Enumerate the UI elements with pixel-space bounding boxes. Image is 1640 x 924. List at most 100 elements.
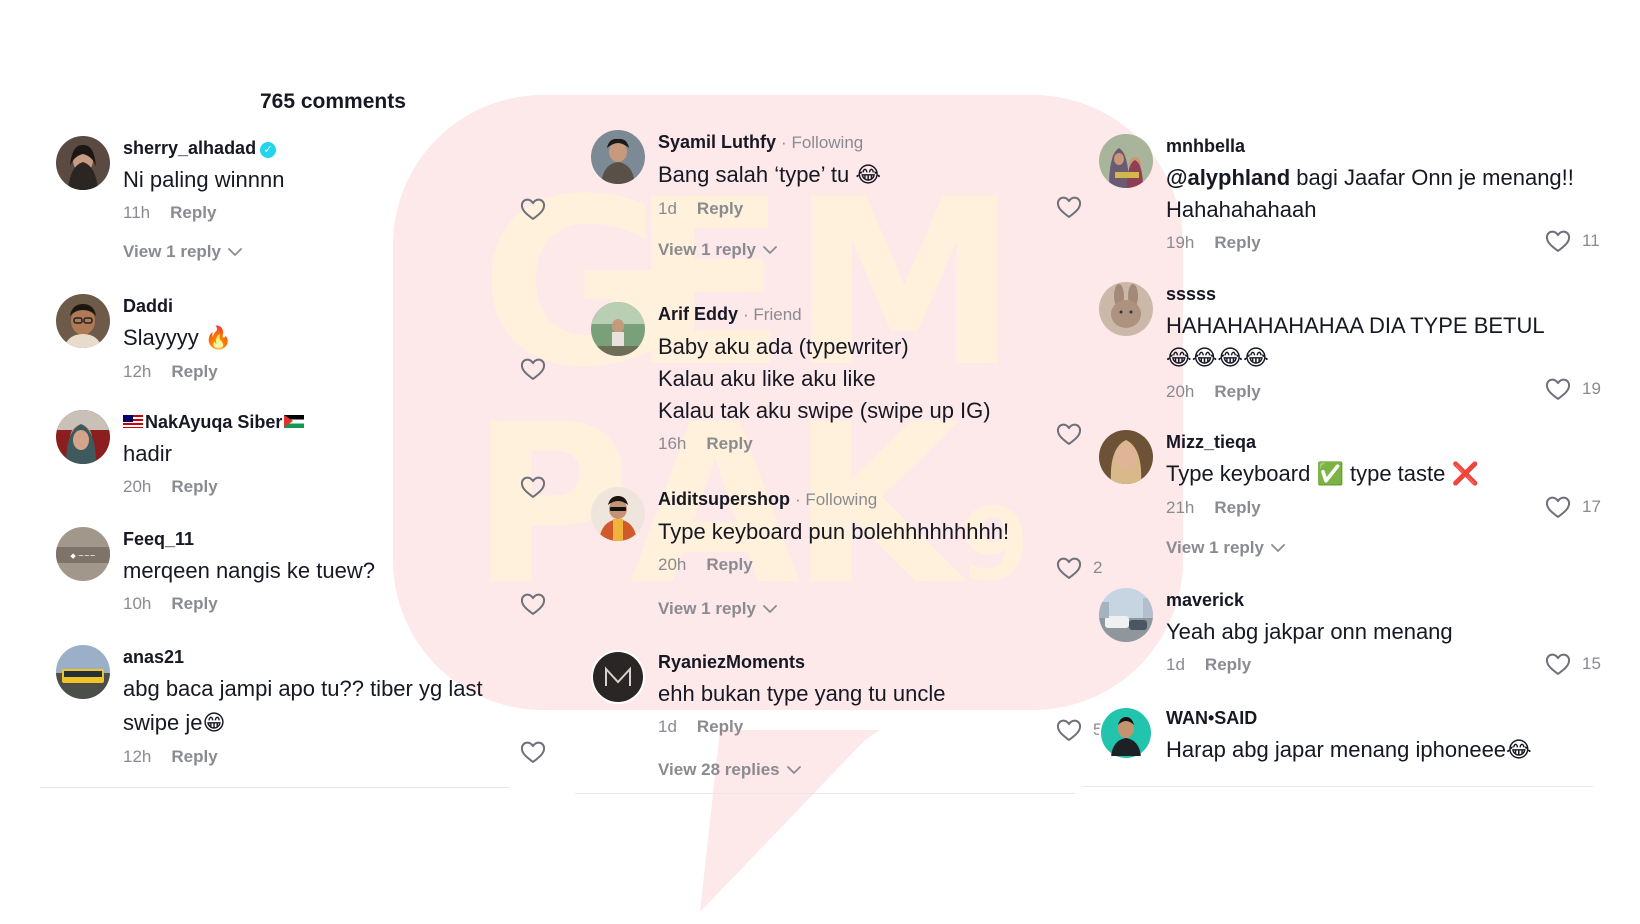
username[interactable]: WAN•SAID	[1166, 706, 1593, 730]
like-button[interactable]: 15	[1543, 649, 1623, 679]
comment-text: merqeen nangis ke tuew?	[123, 558, 375, 583]
mention-link[interactable]: @alyphland	[1166, 165, 1290, 190]
relation-label: · Following	[781, 133, 864, 152]
username[interactable]: Aiditsupershop	[658, 489, 790, 509]
avatar[interactable]	[591, 650, 645, 704]
comment-text-line-2: Kalau aku like aku like	[658, 366, 876, 391]
comment-text: ehh bukan type yang tu uncle	[658, 681, 946, 706]
username[interactable]: Feeq_11	[123, 527, 520, 551]
comment-time: 12h	[123, 747, 152, 766]
avatar[interactable]	[591, 130, 645, 184]
avatar[interactable]	[1099, 430, 1153, 484]
heart-icon	[1054, 716, 1084, 744]
username[interactable]: RyaniezMoments	[658, 650, 1085, 674]
username[interactable]: Syamil Luthfy	[658, 132, 776, 152]
comment-time: 16h	[658, 434, 687, 453]
reply-button[interactable]: Reply	[1205, 655, 1251, 674]
reply-button[interactable]: Reply	[706, 555, 752, 574]
username[interactable]: anas21	[123, 645, 520, 669]
avatar[interactable]	[56, 294, 110, 348]
username[interactable]: mnhbella	[1166, 134, 1593, 158]
chevron-down-icon	[1270, 543, 1286, 553]
username[interactable]: Arif Eddy	[658, 304, 738, 324]
comment-text: Harap abg japar menang iphoneee	[1166, 737, 1507, 762]
comment-text: Ni paling winnnn	[123, 167, 285, 192]
avatar[interactable]	[1099, 282, 1153, 336]
avatar[interactable]	[1099, 588, 1153, 642]
comment-text: bagi Jaafar Onn je menang!!	[1296, 165, 1574, 190]
reply-button[interactable]: Reply	[171, 747, 217, 766]
view-replies-button[interactable]: View 1 reply	[1166, 538, 1286, 558]
avatar[interactable]	[56, 410, 110, 464]
view-replies-button[interactable]: View 1 reply	[658, 599, 778, 619]
heart-icon	[1054, 193, 1084, 221]
divider	[575, 793, 1075, 794]
heart-icon	[1543, 650, 1573, 678]
reply-button[interactable]: Reply	[697, 717, 743, 736]
laughing-emoji-icon: 😂😂😂😂	[1166, 346, 1269, 371]
comments-column-1: 765 comments sherry_alhadad ✓ Ni paling w…	[40, 0, 520, 815]
comment-text: Baby aku ada (typewriter)	[658, 334, 909, 359]
comment-time: 20h	[658, 555, 687, 574]
reply-button[interactable]: Reply	[697, 199, 743, 218]
reply-button[interactable]: Reply	[171, 362, 217, 381]
avatar[interactable]	[56, 645, 110, 699]
cross-mark-emoji-icon: ❌	[1451, 462, 1479, 487]
relation-label: · Friend	[743, 305, 802, 324]
heart-icon	[518, 355, 548, 383]
reply-button[interactable]: Reply	[1214, 498, 1260, 517]
reply-button[interactable]: Reply	[706, 434, 752, 453]
comment-time: 1d	[658, 199, 677, 218]
like-count: 15	[1582, 654, 1601, 673]
like-button[interactable]: 11	[1543, 226, 1623, 256]
like-count: 17	[1582, 497, 1601, 516]
heart-icon	[1543, 493, 1573, 521]
divider	[1083, 786, 1593, 787]
comment-text: Type keyboard pun bolehhhhhhhhh!	[658, 519, 1010, 544]
comment-text: hadir	[123, 441, 172, 466]
laughing-emoji-icon: 😂	[1506, 738, 1532, 763]
avatar[interactable]: ◆ ~~~	[56, 527, 110, 581]
like-count: 11	[1582, 231, 1600, 250]
avatar[interactable]	[1099, 706, 1153, 760]
like-button[interactable]: 19	[1543, 374, 1623, 404]
view-replies-button[interactable]: View 1 reply	[658, 240, 778, 260]
comment-time: 19h	[1166, 233, 1195, 252]
reply-button[interactable]: Reply	[170, 203, 216, 222]
username[interactable]: Mizz_tieqa	[1166, 430, 1593, 454]
comment-time: 20h	[1166, 382, 1195, 401]
comment-text: Type keyboard	[1166, 461, 1311, 486]
username[interactable]: NakAyuqa Siber	[145, 412, 282, 432]
username[interactable]: sherry_alhadad	[123, 138, 256, 158]
username[interactable]: sssss	[1166, 282, 1593, 306]
comment-time: 1d	[1166, 655, 1185, 674]
username[interactable]: maverick	[1166, 588, 1593, 612]
verified-badge-icon: ✓	[260, 142, 277, 158]
username[interactable]: Daddi	[123, 294, 520, 318]
comment-text-part-2: type taste	[1349, 461, 1446, 486]
laughing-emoji-icon: 😂	[855, 163, 882, 188]
avatar[interactable]	[591, 302, 645, 356]
view-replies-button[interactable]: View 1 reply	[123, 242, 243, 262]
reply-button[interactable]: Reply	[1214, 233, 1260, 252]
comments-count: 765 comments	[260, 90, 406, 113]
palestine-flag-icon	[284, 415, 305, 428]
reply-button[interactable]: Reply	[171, 594, 217, 613]
check-mark-emoji-icon: ✅	[1316, 462, 1344, 487]
avatar[interactable]	[56, 136, 110, 190]
like-button[interactable]: 17	[1543, 492, 1623, 522]
view-replies-button[interactable]: View 28 replies	[658, 760, 802, 780]
heart-icon	[1054, 554, 1084, 582]
chevron-down-icon	[762, 245, 778, 255]
comments-column-3: mnhbella @alyphland bagi Jaafar Onn je m…	[1083, 0, 1601, 815]
svg-text:◆ ~~~: ◆ ~~~	[70, 552, 95, 560]
comment-text: HAHAHAHAHAHAA DIA TYPE BETUL	[1166, 313, 1545, 338]
avatar[interactable]	[591, 487, 645, 541]
comment-text: Slayyyy	[123, 325, 199, 350]
reply-button[interactable]: Reply	[1214, 382, 1260, 401]
chevron-down-icon	[786, 765, 802, 775]
heart-icon	[518, 590, 548, 618]
reply-button[interactable]: Reply	[171, 477, 217, 496]
heart-icon	[518, 738, 548, 766]
avatar[interactable]	[1099, 134, 1153, 188]
